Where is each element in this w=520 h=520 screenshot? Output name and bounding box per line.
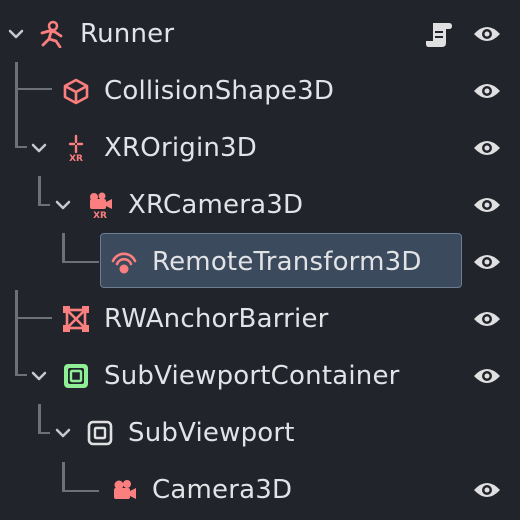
tree-item-label: RemoteTransform3D (152, 247, 422, 277)
svg-text:XR: XR (69, 154, 83, 162)
scene-tree: Runner CollisionShape3D XR XROrigin3D XR… (0, 0, 520, 520)
chevron-down-icon[interactable] (53, 423, 73, 443)
tree-item-subviewport[interactable]: SubViewport (0, 404, 520, 461)
subviewport-container-icon (64, 364, 88, 388)
visibility-eye-icon[interactable] (472, 78, 502, 104)
visibility-eye-icon[interactable] (472, 363, 502, 389)
tree-item-label: XROrigin3D (104, 133, 258, 163)
xr-origin-icon: XR (68, 134, 84, 162)
camera-icon (114, 480, 136, 499)
chevron-down-icon[interactable] (53, 195, 73, 215)
visibility-eye-icon[interactable] (472, 249, 502, 275)
tree-item-camera3d[interactable]: Camera3D (0, 461, 520, 518)
tree-item-label: CollisionShape3D (104, 76, 335, 106)
tree-item-remotetransform3d[interactable]: RemoteTransform3D (0, 233, 520, 290)
xr-camera-icon: XR (90, 192, 112, 219)
visibility-eye-icon[interactable] (472, 21, 502, 47)
chevron-down-icon[interactable] (29, 366, 49, 386)
tree-item-label: SubViewport (128, 418, 295, 448)
remote-transform-icon (111, 252, 137, 274)
chevron-down-icon[interactable] (6, 24, 26, 44)
tree-item-label: Runner (80, 19, 175, 49)
subviewport-icon (87, 420, 113, 446)
script-icon[interactable] (423, 20, 455, 50)
tree-item-label: Camera3D (152, 475, 293, 505)
tree-item-xrorigin3d[interactable]: XR XROrigin3D (0, 119, 520, 176)
tree-item-label: SubViewportContainer (104, 361, 400, 391)
runner-icon (40, 20, 63, 48)
anchor-barrier-icon (63, 306, 89, 332)
tree-item-label: RWAnchorBarrier (104, 304, 329, 334)
tree-item-collisionshape3d[interactable]: CollisionShape3D (0, 62, 520, 119)
visibility-eye-icon[interactable] (472, 306, 502, 332)
tree-item-subviewportcontainer[interactable]: SubViewportContainer (0, 347, 520, 404)
visibility-eye-icon[interactable] (472, 477, 502, 503)
tree-item-rwanchorbarrier[interactable]: RWAnchorBarrier (0, 290, 520, 347)
visibility-eye-icon[interactable] (472, 135, 502, 161)
collision-shape-icon (63, 78, 89, 105)
visibility-eye-icon[interactable] (472, 192, 502, 218)
tree-item-xrcamera3d[interactable]: XR XRCamera3D (0, 176, 520, 233)
chevron-down-icon[interactable] (29, 138, 49, 158)
tree-item-label: XRCamera3D (128, 190, 304, 220)
tree-item-runner[interactable]: Runner (0, 5, 520, 62)
svg-text:XR: XR (93, 211, 107, 219)
